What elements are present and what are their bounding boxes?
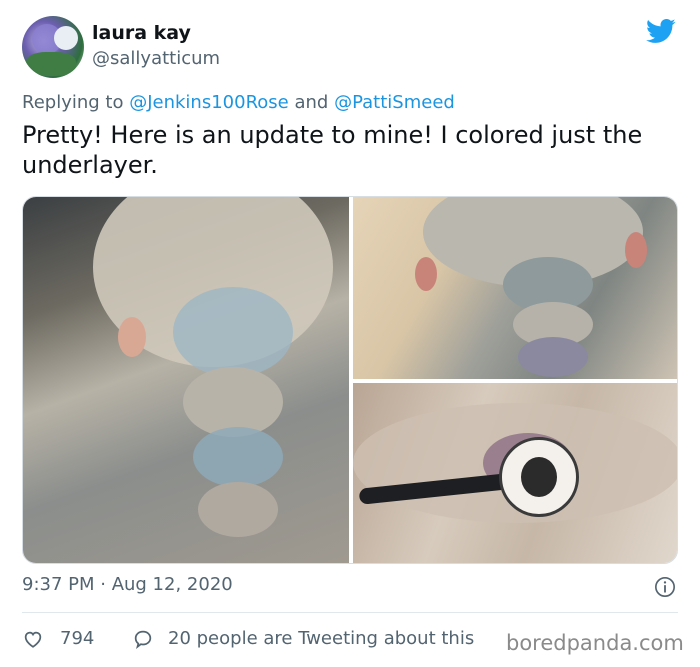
heart-icon[interactable] [22,628,44,650]
replying-to-prefix: Replying to [22,92,124,113]
conversation-link[interactable]: 20 people are Tweeting about this [168,628,474,649]
media-grid [22,196,678,564]
watermark: boredpanda.com [506,631,684,655]
tweet-text: Pretty! Here is an update to mine! I col… [22,121,643,179]
photo-braid-back[interactable] [353,197,677,379]
speech-bubble-icon[interactable] [132,628,154,650]
photo-hair-clip[interactable] [353,383,677,563]
user-handle[interactable]: @sallyatticum [92,48,220,69]
tweet-card: laura kay @sallyatticum Replying to @Jen… [0,0,700,667]
display-name[interactable]: laura kay [92,22,191,44]
avatar[interactable] [22,16,84,78]
info-icon[interactable] [654,576,676,598]
twitter-bird-icon[interactable] [644,16,678,46]
photo-braid-main[interactable] [23,197,349,563]
divider [22,612,678,613]
replying-to-joiner: and [294,92,329,113]
mention-link[interactable]: @Jenkins100Rose [129,92,289,113]
timestamp[interactable]: 9:37 PM · Aug 12, 2020 [22,574,233,595]
mention-link[interactable]: @PattiSmeed [334,92,455,113]
replying-to: Replying to @Jenkins100Rose and @PattiSm… [22,92,455,113]
like-count: 794 [60,628,95,649]
